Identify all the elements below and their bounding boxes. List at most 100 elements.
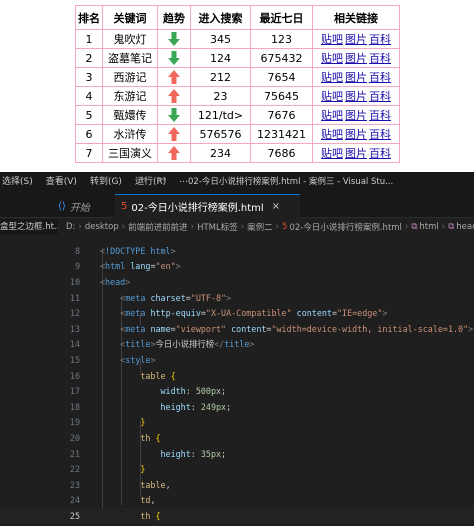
images-link[interactable]: 图片 (345, 71, 367, 84)
cell-rank: 7 (75, 143, 103, 163)
tab-bar: ⟨⟩ 开始 5 02-今日小说排行榜案例.html × (0, 188, 474, 218)
cell-keyword: 三国演义 (102, 143, 158, 163)
tieba-link[interactable]: 贴吧 (321, 90, 343, 103)
cell-search: 234 (190, 143, 251, 163)
ranking-table: 排名 关键词 趋势 进入搜索 最近七日 相关链接 1 鬼吹灯 345 123 贴吧 图片百… (75, 5, 400, 163)
close-tab-icon[interactable]: × (272, 201, 280, 212)
tieba-link[interactable]: 贴吧 (321, 33, 343, 46)
code-line: 18 height: 249px; (69, 401, 232, 412)
browser-page: 排名 关键词 趋势 进入搜索 最近七日 相关链接 1 鬼吹灯 345 123 贴吧 图片百… (0, 0, 474, 172)
cell-trend (157, 29, 191, 49)
trend-up-arrow-icon (168, 127, 180, 141)
header-keyword: 关键词 (102, 5, 158, 30)
header-trend: 趋势 (157, 5, 191, 30)
images-link[interactable]: 图片 (345, 90, 367, 103)
cell-search: 576576 (190, 124, 251, 144)
table-row: 4 东游记 23 75645 贴吧 图片 百科 (75, 86, 400, 106)
cell-rank: 2 (75, 48, 103, 68)
html5-file-icon: 5 (121, 201, 128, 212)
code-line: 15 <style> (69, 354, 156, 365)
code-line: 12 <meta http-equiv="X-UA-Compatible" co… (69, 308, 388, 319)
table-row: 3 西游记 212 7654 贴吧 图片 百科 (75, 67, 400, 87)
cell-search: 345 (190, 29, 251, 49)
cell-rank: 3 (75, 67, 103, 87)
tab-welcome-label: 开始 (69, 202, 90, 214)
baike-link[interactable]: 百科 (369, 52, 391, 65)
tieba-link[interactable]: 贴吧 (321, 109, 343, 122)
trend-down-arrow-icon (168, 108, 180, 122)
back-arrow-icon[interactable]: ← (140, 174, 148, 185)
cell-keyword: 东游记 (102, 86, 158, 106)
code-editor[interactable]: 8 <!DOCTYPE html> 9 <html lang="en"> 10 … (0, 225, 474, 526)
code-line: 10 <head> (69, 276, 131, 287)
table-header-row: 排名 关键词 趋势 进入搜索 最近七日 相关链接 (75, 5, 400, 30)
images-link[interactable]: 图片 (345, 33, 367, 46)
cell-rank: 5 (75, 105, 103, 125)
table-row: 7 三国演义 234 7686 贴吧 图片 百科 (75, 143, 400, 163)
images-link[interactable]: 图片 (345, 128, 367, 141)
tieba-link[interactable]: 贴吧 (321, 52, 343, 65)
header-search: 进入搜索 (190, 5, 251, 30)
cell-trend (157, 105, 191, 125)
cell-week: 7654 (250, 67, 313, 87)
cell-keyword: 鬼吹灯 (102, 29, 158, 49)
cell-trend (157, 143, 191, 163)
cell-search: 212 (190, 67, 251, 87)
baike-link[interactable]: 百科 (369, 128, 391, 141)
code-line: 14 <title>今日小说排行榜</title> (69, 339, 255, 350)
header-week: 最近七日 (250, 5, 313, 30)
code-line: 13 <meta name="viewport" content="width=… (69, 323, 474, 334)
cell-links: 贴吧 图片 百科 (312, 67, 400, 87)
window-title: 02-今日小说排行榜案例.html - 案例三 - Visual Stu... (188, 177, 394, 187)
tieba-link[interactable]: 贴吧 (321, 147, 343, 160)
cell-keyword: 水浒传 (102, 124, 158, 144)
trend-down-arrow-icon (168, 51, 180, 65)
cell-links: 贴吧 图片 百科 (312, 48, 400, 68)
table-row: 5 甄嬛传 121/td> 7676 贴吧 图片 百科 (75, 105, 400, 125)
cell-trend (157, 124, 191, 144)
cell-week: 123 (250, 29, 313, 49)
vscode-logo-icon: ⟨⟩ (58, 200, 66, 212)
menu-select[interactable]: 选择(S) (2, 174, 33, 187)
menu-view[interactable]: 查看(V) (46, 174, 77, 187)
code-line: 24 td, (69, 495, 156, 506)
header-links: 相关链接 (312, 5, 400, 30)
code-line: 11 <meta charset="UTF-8"> (69, 292, 232, 303)
menu-more[interactable]: ... (179, 175, 188, 185)
baike-link[interactable]: 百科 (369, 33, 391, 46)
baike-link[interactable]: 百科 (369, 90, 391, 103)
cell-search: 124 (190, 48, 251, 68)
cell-week: 7686 (250, 143, 313, 163)
images-link[interactable]: 图片 (345, 109, 367, 122)
cell-keyword: 盗墓笔记 (102, 48, 158, 68)
trend-up-arrow-icon (168, 89, 180, 103)
cell-search: 121/td> (190, 105, 251, 125)
forward-arrow-icon[interactable]: → (158, 174, 166, 185)
cell-links: 贴吧 图片 百科 (312, 105, 400, 125)
cell-rank: 4 (75, 86, 103, 106)
code-line: 20 th { (69, 432, 161, 443)
tab-active-label: 02-今日小说排行榜案例.html (131, 203, 264, 214)
table-row: 2 盗墓笔记 124 675432 贴吧 图片 百科 (75, 48, 400, 68)
code-line: 17 width: 500px; (69, 386, 227, 397)
code-line: 21 height: 35px; (69, 448, 227, 459)
images-link[interactable]: 图片 (345, 52, 367, 65)
table-row: 6 水浒传 576576 1231421 贴吧 图片 百科 (75, 124, 400, 144)
baike-link[interactable]: 百科 (369, 71, 391, 84)
trend-down-arrow-icon (168, 32, 180, 46)
cell-search: 23 (190, 86, 251, 106)
cell-links: 贴吧 图片 百科 (312, 124, 400, 144)
cell-rank: 1 (75, 29, 103, 49)
images-link[interactable]: 图片 (345, 147, 367, 160)
code-line: 16 table { (69, 370, 176, 381)
vscode-window: 选择(S) 查看(V) 转到(G) 运行(R) ... ← → 02-今日小说排… (0, 172, 474, 526)
baike-link[interactable]: 百科 (369, 147, 391, 160)
tab-active-file[interactable]: 5 02-今日小说排行榜案例.html × (115, 194, 300, 218)
code-line: 23 table, (69, 479, 171, 490)
menu-goto[interactable]: 转到(G) (90, 174, 122, 187)
tieba-link[interactable]: 贴吧 (321, 128, 343, 141)
tieba-link[interactable]: 贴吧 (321, 71, 343, 84)
cell-week: 75645 (250, 86, 313, 106)
tab-welcome[interactable]: ⟨⟩ 开始 (52, 194, 114, 218)
baike-link[interactable]: 百科 (369, 109, 391, 122)
